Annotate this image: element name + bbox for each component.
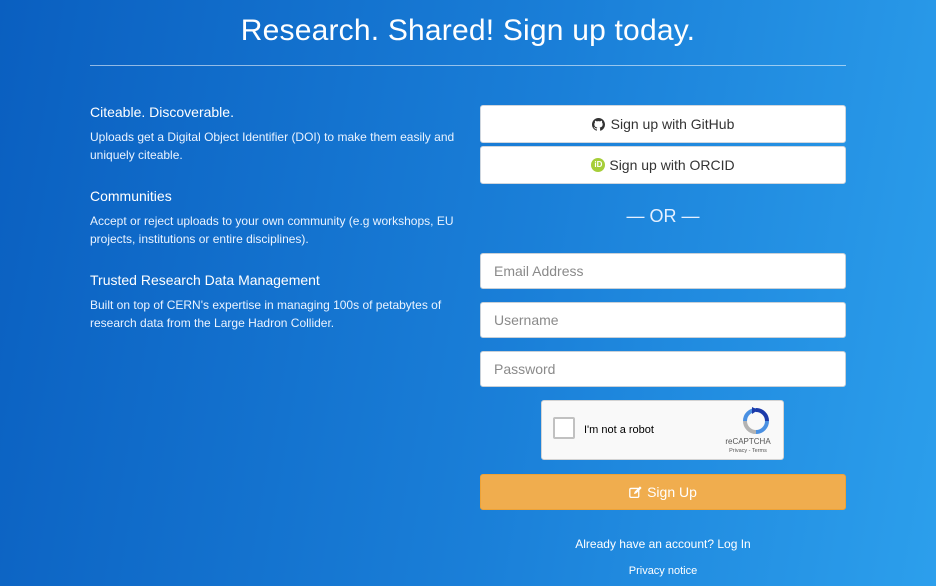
recaptcha-label: I'm not a robot bbox=[584, 424, 654, 436]
edit-icon bbox=[629, 485, 642, 499]
privacy-notice-link[interactable]: Privacy notice bbox=[480, 565, 846, 577]
login-prompt: Already have an account? bbox=[575, 537, 715, 551]
orcid-signup-button[interactable]: iD Sign up with ORCID bbox=[480, 146, 846, 184]
recaptcha-checkbox[interactable] bbox=[553, 417, 575, 439]
recaptcha-terms[interactable]: Privacy - Terms bbox=[723, 448, 773, 454]
github-signup-label: Sign up with GitHub bbox=[610, 116, 735, 132]
feature-text: Built on top of CERN's expertise in mana… bbox=[90, 298, 442, 330]
username-field[interactable] bbox=[480, 302, 846, 338]
feature-item: Trusted Research Data Management Built o… bbox=[90, 272, 460, 332]
recaptcha-icon bbox=[741, 407, 771, 435]
signup-label: Sign Up bbox=[647, 484, 697, 500]
feature-title: Communities bbox=[90, 188, 172, 204]
login-link[interactable]: Log In bbox=[717, 537, 750, 551]
divider bbox=[90, 65, 846, 66]
signup-form: Sign up with GitHub iD Sign up with ORCI… bbox=[480, 105, 846, 577]
email-field[interactable] bbox=[480, 253, 846, 289]
github-signup-button[interactable]: Sign up with GitHub bbox=[480, 105, 846, 143]
orcid-icon: iD bbox=[591, 158, 606, 172]
feature-title: Trusted Research Data Management bbox=[90, 272, 320, 288]
feature-title: Citeable. Discoverable. bbox=[90, 104, 234, 120]
page-headline: Research. Shared! Sign up today. bbox=[240, 14, 696, 47]
login-prompt-line: Already have an account? Log In bbox=[480, 537, 846, 551]
feature-text: Uploads get a Digital Object Identifier … bbox=[90, 130, 455, 162]
feature-item: Citeable. Discoverable. Uploads get a Di… bbox=[90, 104, 460, 164]
github-icon bbox=[591, 117, 605, 131]
password-field[interactable] bbox=[480, 351, 846, 387]
feature-item: Communities Accept or reject uploads to … bbox=[90, 188, 460, 248]
recaptcha-widget: I'm not a robot reCAPTCHA Privacy - Term… bbox=[541, 400, 784, 460]
recaptcha-brand: reCAPTCHA bbox=[725, 437, 771, 446]
signup-button[interactable]: Sign Up bbox=[480, 474, 846, 510]
or-separator: — OR — bbox=[626, 206, 700, 226]
feature-text: Accept or reject uploads to your own com… bbox=[90, 214, 454, 246]
orcid-signup-label: Sign up with ORCID bbox=[609, 157, 735, 173]
features-list: Citeable. Discoverable. Uploads get a Di… bbox=[90, 104, 460, 356]
